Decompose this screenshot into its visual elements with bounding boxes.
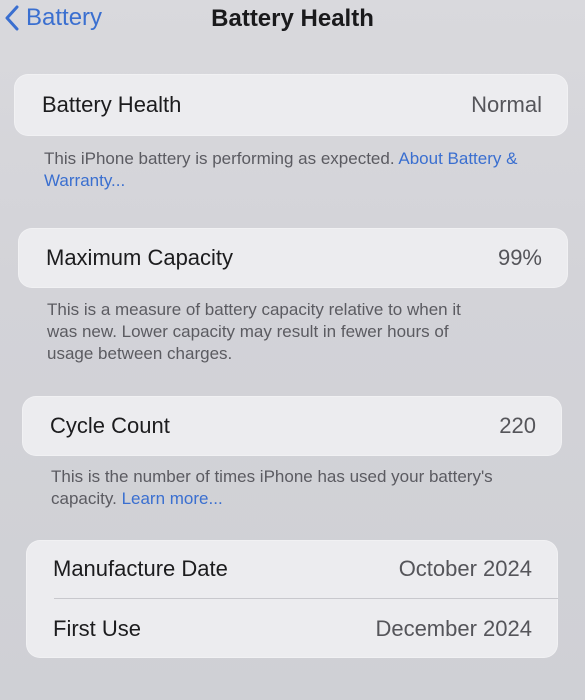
battery-health-row: Battery Health Normal bbox=[14, 74, 568, 136]
cycle-count-row: Cycle Count 220 bbox=[22, 396, 562, 456]
maximum-capacity-footnote-line-3: usage between charges. bbox=[47, 344, 233, 363]
cycle-count-footnote-text: capacity. bbox=[51, 489, 117, 508]
dates-group: Manufacture Date October 2024 First Use … bbox=[26, 540, 558, 658]
maximum-capacity-label: Maximum Capacity bbox=[46, 245, 234, 270]
maximum-capacity-footnote-line-2: was new. Lower capacity may result in fe… bbox=[47, 322, 449, 341]
manufacture-date-value: October 2024 bbox=[398, 556, 532, 581]
first-use-value: December 2024 bbox=[375, 615, 532, 641]
learn-more-link[interactable]: Learn more... bbox=[122, 489, 223, 508]
battery-health-value: Normal bbox=[471, 92, 542, 117]
battery-health-footnote-text: This iPhone battery is performing as exp… bbox=[44, 149, 395, 168]
cycle-count-footnote-line-2: capacity. Learn more... bbox=[51, 488, 571, 510]
battery-health-label: Battery Health bbox=[42, 92, 182, 117]
cycle-count-label: Cycle Count bbox=[50, 413, 170, 438]
first-use-row: First Use December 2024 bbox=[26, 599, 558, 658]
cycle-count-value: 220 bbox=[499, 413, 536, 438]
cycle-count-footnote-line-1: This is the number of times iPhone has u… bbox=[51, 467, 493, 486]
maximum-capacity-row: Maximum Capacity 99% bbox=[18, 228, 568, 288]
first-use-label: First Use bbox=[53, 615, 141, 641]
manufacture-date-row: Manufacture Date October 2024 bbox=[26, 540, 558, 598]
cycle-count-footnote: This is the number of times iPhone has u… bbox=[51, 466, 571, 510]
page-title: Battery Health bbox=[211, 5, 374, 32]
maximum-capacity-value: 99% bbox=[497, 245, 542, 270]
battery-health-footnote: This iPhone battery is performing as exp… bbox=[44, 148, 544, 192]
maximum-capacity-footnote-line-1: This is a measure of battery capacity re… bbox=[47, 300, 461, 319]
maximum-capacity-footnote: This is a measure of battery capacity re… bbox=[47, 299, 567, 365]
navigation-bar: Battery Battery Health bbox=[0, 0, 585, 44]
manufacture-date-label: Manufacture Date bbox=[53, 556, 228, 581]
